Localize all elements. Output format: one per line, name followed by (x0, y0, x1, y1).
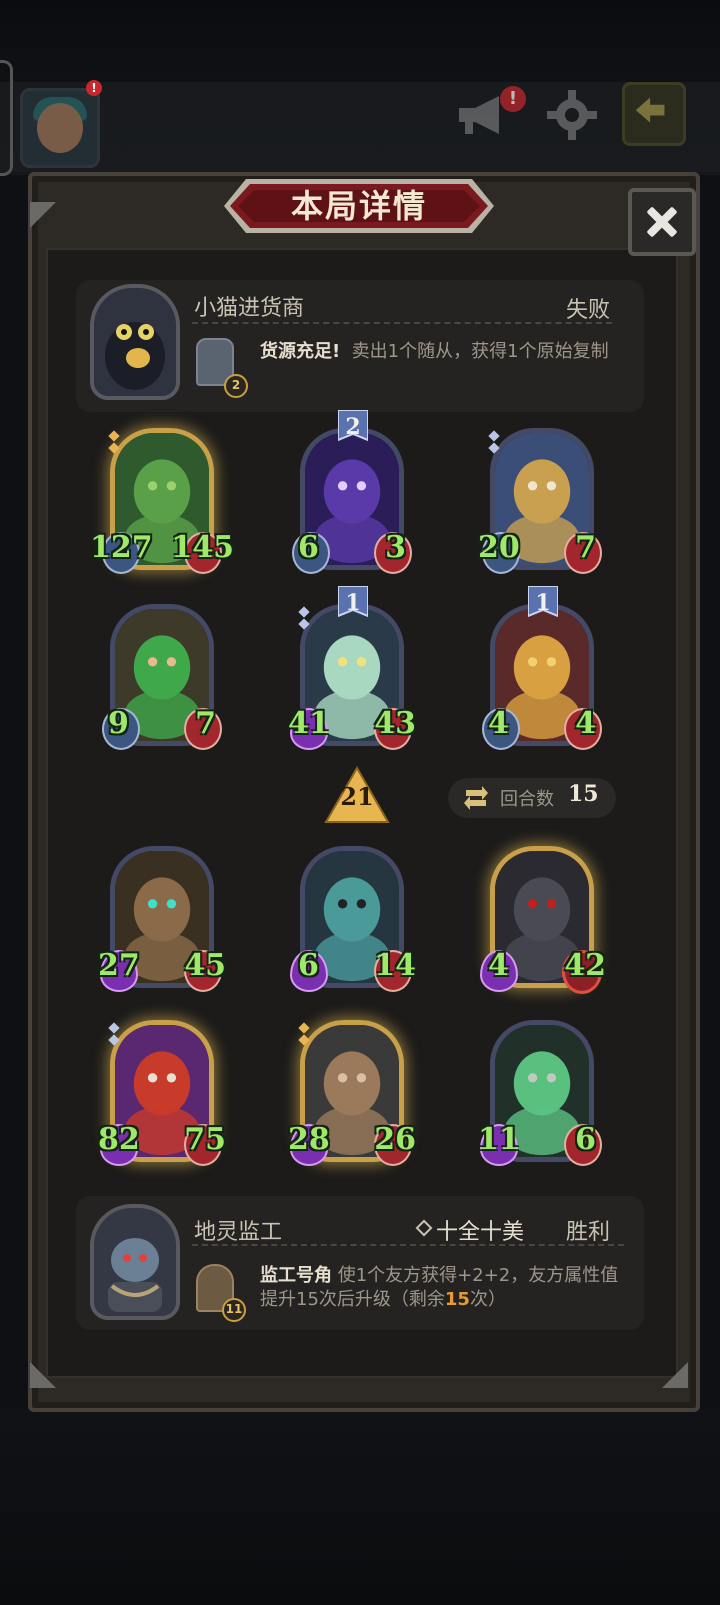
top-bar (0, 82, 720, 172)
minion-attack: 28 (288, 1122, 330, 1157)
minion-health: 43 (374, 706, 416, 741)
opponent-skill-text: 货源充足! 卖出1个随从，获得1个原始复制 (260, 340, 616, 364)
minion-attack: 4 (488, 948, 509, 983)
player-skill-badge: 11 (222, 1298, 246, 1322)
opponent-minion-card[interactable]: 97 (102, 600, 222, 750)
minion-health: 45 (184, 948, 226, 983)
turn-cycle-icon (464, 786, 488, 810)
opponent-minion-card[interactable]: 127 145 (90, 424, 234, 574)
minion-attack: 11 (478, 1122, 520, 1157)
opponent-result: 失败 (566, 298, 611, 323)
avatar-notification-dot: ! (86, 80, 102, 96)
minion-health: 7 (575, 530, 596, 565)
close-button[interactable] (628, 188, 696, 256)
exit-button[interactable] (622, 82, 686, 146)
player-minion-card[interactable]: 82 75 (98, 1016, 226, 1166)
divider (192, 1244, 624, 1246)
side-tab-edge[interactable] (0, 60, 13, 176)
minion-health: 6 (575, 1122, 596, 1157)
player-minion-card[interactable]: 6 14 (290, 842, 416, 992)
minion-attack: 41 (288, 706, 330, 741)
owl-hero-art (94, 288, 176, 396)
minion-attack: 27 (98, 948, 140, 983)
turns-label: 回合数 (500, 789, 554, 810)
opponent-skill-badge: 2 (224, 374, 248, 398)
minion-health: 4 (575, 706, 596, 741)
player-result: 胜利 (566, 1220, 611, 1245)
background-bottom (0, 1408, 720, 1605)
minion-attack: 4 (488, 706, 509, 741)
opponent-skill-name: 货源充足! (260, 341, 341, 362)
minion-health: 14 (374, 948, 416, 983)
minion-attack: 82 (98, 1122, 140, 1157)
rank-label: 十全十美 (436, 1220, 525, 1245)
minion-attack: 6 (298, 948, 319, 983)
minion-health: 3 (385, 530, 406, 565)
minion-attack: 9 (108, 706, 129, 741)
announcement-notification-dot: ! (500, 86, 526, 112)
player-skill-text: 监工号角 使1个友方获得+2+2，友方属性值提升15次后升级（剩余15次） (260, 1264, 620, 1312)
minion-health: 75 (184, 1122, 226, 1157)
minion-health: 145 (171, 530, 234, 565)
divider (192, 322, 612, 324)
player-minion-card[interactable]: 27 45 (98, 842, 226, 992)
gremlin-overseer-art (94, 1208, 176, 1316)
player-skill-name: 监工号角 (260, 1265, 332, 1286)
minion-attack: 6 (298, 530, 319, 565)
opponent-portrait[interactable] (90, 284, 180, 400)
player-minion-card[interactable]: 11 6 (478, 1016, 602, 1166)
turns-value: 15 (568, 781, 599, 807)
minion-level: 1 (345, 590, 361, 616)
exit-arrow-icon (635, 97, 665, 123)
opponent-name: 小猫进货商 (194, 296, 305, 321)
player-hero-portrait[interactable] (90, 1204, 180, 1320)
player-minion-card[interactable]: 4 42 (480, 842, 606, 994)
minion-attack: 127 (90, 530, 153, 565)
opponent-minion-card[interactable]: 2 6 3 (292, 410, 412, 574)
minion-health: 7 (195, 706, 216, 741)
minion-level: 1 (535, 590, 551, 616)
opponent-minion-card[interactable]: 1 41 43 (288, 586, 416, 750)
minion-health: 42 (564, 948, 606, 983)
opponent-skill-desc: 卖出1个随从，获得1个原始复制 (351, 341, 609, 362)
player-avatar[interactable] (20, 88, 100, 168)
minion-attack: 20 (478, 530, 520, 565)
minion-level: 2 (345, 414, 361, 440)
settings-gear-icon[interactable] (545, 88, 599, 142)
player-skill-remaining: 15 (444, 1289, 470, 1310)
player-minion-card[interactable]: 28 26 (288, 1016, 416, 1166)
opponent-minion-card[interactable]: 20 7 (478, 424, 602, 574)
opponent-minion-card[interactable]: 1 4 4 (482, 586, 602, 750)
player-skill-desc-end: 次） (469, 1289, 506, 1310)
panel-title: 本局详情 (290, 187, 427, 225)
minion-health: 26 (374, 1122, 416, 1157)
player-name: 地灵监工 (194, 1220, 283, 1245)
tier-value: 21 (340, 782, 374, 811)
